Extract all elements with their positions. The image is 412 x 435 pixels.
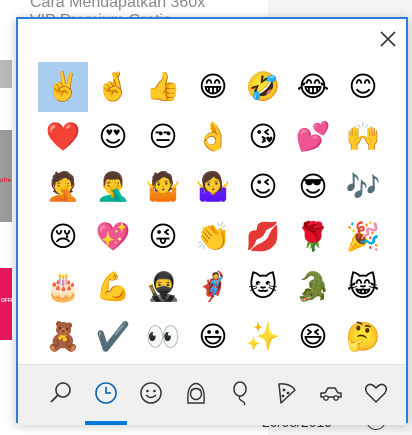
search-icon (48, 380, 74, 410)
emoji-cell[interactable]: 🤞 (88, 62, 138, 112)
emoji-cell[interactable]: 😂 (288, 62, 338, 112)
emoji-cell[interactable]: 😎 (288, 162, 338, 212)
clock-icon (93, 380, 119, 410)
emoji-cell[interactable]: 😹 (338, 262, 388, 312)
emoji-cell[interactable]: 😘 (238, 112, 288, 162)
emoji-cell[interactable]: 😊 (338, 62, 388, 112)
tab-celebration[interactable] (218, 365, 263, 425)
emoji-cell[interactable]: 😒 (138, 112, 188, 162)
emoji-cell[interactable]: ✨ (238, 312, 288, 362)
emoji-cell[interactable]: 🤦 (38, 162, 88, 212)
emoji-cell[interactable]: ❤️ (38, 112, 88, 162)
emoji-cell[interactable]: 😃 (188, 312, 238, 362)
emoji-cell[interactable]: 🎂 (38, 262, 88, 312)
tab-travel[interactable] (308, 365, 353, 425)
tab-smileys[interactable] (128, 365, 173, 425)
emoji-cell[interactable]: 😍 (88, 112, 138, 162)
thumbnail-text: efre (0, 178, 12, 184)
emoji-cell[interactable]: 🎶 (338, 162, 388, 212)
emoji-cell[interactable]: 👍 (138, 62, 188, 112)
emoji-cell[interactable]: 🥷 (138, 262, 188, 312)
emoji-cell[interactable]: 🤷 (138, 162, 188, 212)
close-button[interactable] (377, 28, 399, 50)
emoji-cell[interactable]: 💋 (238, 212, 288, 262)
heart-icon (363, 380, 389, 410)
emoji-cell[interactable]: ✔️ (88, 312, 138, 362)
emoji-cell[interactable]: 👏 (188, 212, 238, 262)
emoji-picker: ✌️ 🤞 👍 😁 🤣 😂 😊 ❤️ 😍 😒 👌 😘 💕 🙌 🤦 🤦‍♂️ 🤷 🤷‍♀️ 😉 😎 🎶 😢 💖 😜 👏 💋 🌹 🎉 🎂 💪 🥷 🦸… (16, 17, 408, 425)
emoji-cell[interactable]: 💪 (88, 262, 138, 312)
tab-people[interactable] (173, 365, 218, 425)
emoji-cell[interactable]: 💖 (88, 212, 138, 262)
smiley-icon (138, 380, 164, 410)
emoji-cell[interactable]: 😜 (138, 212, 188, 262)
emoji-cell[interactable]: 🧸 (38, 312, 88, 362)
person-icon (183, 380, 209, 410)
balloon-icon (228, 380, 254, 410)
tab-recent[interactable] (83, 365, 128, 425)
emoji-cell[interactable]: 😁 (188, 62, 238, 112)
tab-symbols[interactable] (353, 365, 398, 425)
article-thumbnail[interactable]: OFFE (0, 268, 15, 340)
emoji-cell[interactable]: ✌️ (38, 62, 88, 112)
close-icon (380, 31, 396, 47)
emoji-cell[interactable]: 😉 (238, 162, 288, 212)
category-tabbar (18, 364, 406, 425)
emoji-cell[interactable]: 🎉 (338, 212, 388, 262)
article-thumbnail[interactable] (0, 60, 12, 88)
emoji-cell[interactable]: 💕 (288, 112, 338, 162)
emoji-cell[interactable]: 🤔 (338, 312, 388, 362)
emoji-cell[interactable]: 👌 (188, 112, 238, 162)
emoji-cell[interactable]: 🤣 (238, 62, 288, 112)
tab-search[interactable] (38, 365, 83, 425)
emoji-cell[interactable]: 🦸 (188, 262, 238, 312)
emoji-cell[interactable]: 👀 (138, 312, 188, 362)
emoji-cell[interactable]: 🐊 (288, 262, 338, 312)
active-tab-indicator (85, 421, 127, 425)
emoji-cell[interactable]: 🤦‍♂️ (88, 162, 138, 212)
article-thumbnail[interactable]: efre (0, 130, 12, 222)
emoji-cell[interactable]: 🤷‍♀️ (188, 162, 238, 212)
emoji-cell[interactable]: 🌹 (288, 212, 338, 262)
tab-food[interactable] (263, 365, 308, 425)
emoji-cell[interactable]: 🙌 (338, 112, 388, 162)
emoji-cell[interactable]: 🐱 (238, 262, 288, 312)
article-title-line1: Cara Mendapatkan 360x (30, 0, 206, 11)
thumbnail-text: OFFE (1, 298, 15, 304)
car-icon (318, 380, 344, 410)
emoji-cell[interactable]: 😢 (38, 212, 88, 262)
emoji-cell[interactable]: 😆 (288, 312, 338, 362)
pizza-icon (273, 380, 299, 410)
